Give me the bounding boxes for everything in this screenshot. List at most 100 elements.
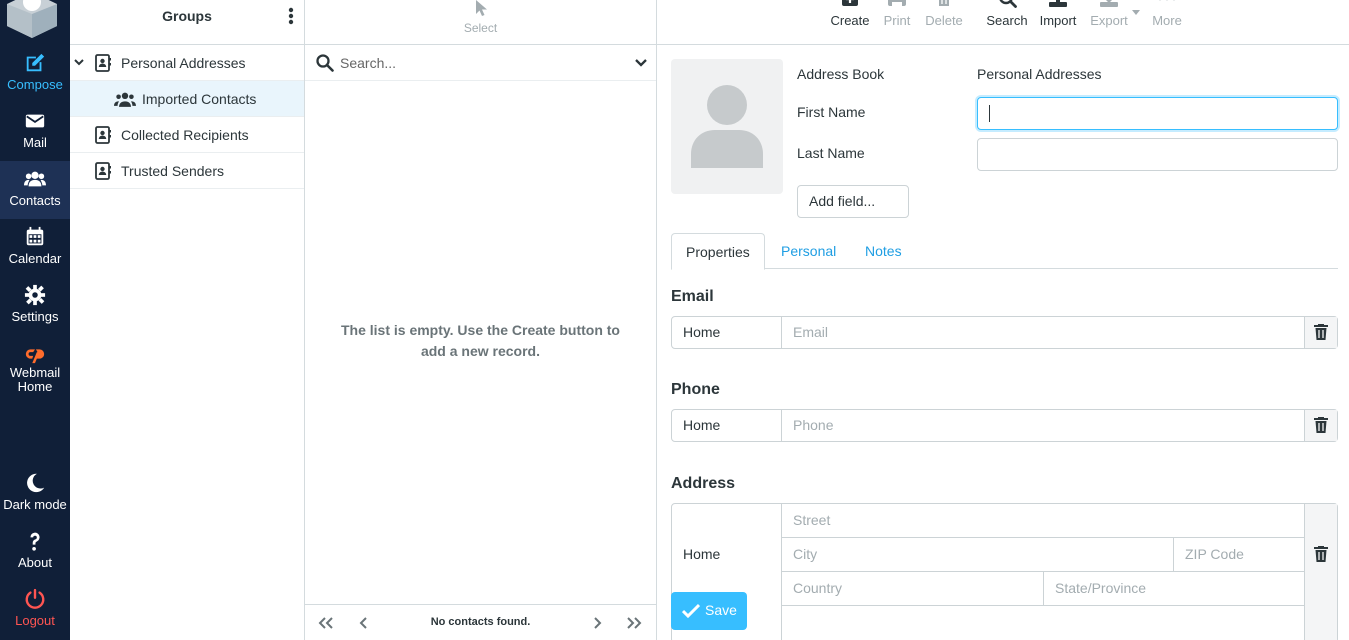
first-name-label: First Name: [797, 104, 866, 120]
tab-notes[interactable]: Notes: [851, 233, 916, 270]
nav-webmail-home[interactable]: Webmail Home: [0, 343, 70, 401]
email-input[interactable]: Email: [782, 317, 1304, 348]
delete-email-button[interactable]: [1304, 317, 1337, 348]
nav-mail[interactable]: Mail: [0, 110, 70, 168]
chevron-down-icon[interactable]: [74, 57, 84, 67]
search-bar: [305, 45, 656, 81]
email-section-title: Email: [671, 288, 714, 305]
plus-square-icon: [842, 0, 858, 6]
chevron-down-icon[interactable]: [634, 57, 648, 69]
print-button[interactable]: Print: [872, 0, 922, 28]
first-name-field[interactable]: [977, 97, 1338, 130]
address-book-label: Address Book: [797, 66, 885, 82]
text-caret: [989, 105, 990, 122]
email-row: Home Email: [671, 316, 1338, 349]
upload-icon: [1049, 0, 1067, 7]
trash-icon: [1314, 417, 1328, 433]
group-collected-recipients[interactable]: Collected Recipients: [70, 117, 304, 153]
select-label: Select: [463, 21, 498, 35]
download-icon: [1100, 0, 1118, 7]
contact-form: Address Book Personal Addresses First Na…: [657, 45, 1349, 640]
cpanel-icon: [25, 349, 45, 364]
nav-contacts[interactable]: Contacts: [0, 161, 70, 219]
last-page-icon[interactable]: [625, 615, 643, 631]
more-button[interactable]: More: [1142, 0, 1192, 28]
nav-dark-mode[interactable]: Dark mode: [0, 472, 70, 530]
import-button[interactable]: Import: [1033, 0, 1083, 28]
nav-calendar-label: Calendar: [8, 251, 62, 266]
kebab-menu-icon[interactable]: [286, 6, 296, 26]
address-book-icon: [95, 54, 111, 72]
tab-properties[interactable]: Properties: [671, 233, 765, 270]
delete-button[interactable]: Delete: [919, 0, 969, 28]
last-name-field[interactable]: [977, 138, 1338, 171]
last-name-label: Last Name: [797, 145, 865, 161]
nav-webmail-label-line1: Webmail: [9, 365, 61, 380]
empty-line-1: The list is empty. Use the Create button…: [340, 322, 620, 338]
nav-contacts-label: Contacts: [9, 193, 61, 208]
user-silhouette-icon: [691, 85, 763, 168]
phone-input[interactable]: Phone: [782, 410, 1304, 441]
select-button[interactable]: Select: [305, 0, 656, 35]
nav-calendar[interactable]: Calendar: [0, 226, 70, 284]
contact-photo[interactable]: [671, 59, 783, 194]
create-button[interactable]: Create: [825, 0, 875, 28]
users-icon: [114, 92, 136, 107]
city-input[interactable]: City: [782, 538, 1174, 572]
tab-personal[interactable]: Personal: [767, 233, 850, 270]
users-icon: [24, 171, 46, 187]
search-button[interactable]: Search: [982, 0, 1032, 28]
nav-settings-label: Settings: [11, 309, 59, 324]
save-button[interactable]: Save: [671, 592, 747, 630]
nav-logout-label: Logout: [15, 613, 55, 628]
zip-input[interactable]: ZIP Code: [1174, 538, 1304, 572]
phone-section-title: Phone: [671, 381, 720, 398]
groups-panel: Groups Personal Addresses Imported Conta…: [70, 0, 305, 640]
address-book-value: Personal Addresses: [977, 66, 1102, 82]
country-input[interactable]: Country: [782, 572, 1044, 606]
group-label: Collected Recipients: [121, 127, 249, 143]
delete-label: Delete: [925, 13, 963, 28]
export-button[interactable]: Export: [1084, 0, 1140, 28]
more-label: More: [1152, 13, 1182, 28]
groups-header: Groups: [70, 0, 304, 45]
group-personal-addresses[interactable]: Personal Addresses: [70, 45, 304, 81]
toolbar: Create Print Delete Search Import Export…: [657, 0, 1349, 45]
save-label: Save: [705, 602, 737, 618]
nav-settings[interactable]: Settings: [0, 284, 70, 342]
search-icon: [999, 0, 1017, 8]
nav-webmail-label-line2: Home: [17, 379, 53, 394]
list-pagination: No contacts found.: [305, 604, 656, 640]
envelope-icon: [25, 114, 45, 128]
calendar-icon: [26, 226, 44, 246]
power-icon: [25, 588, 45, 609]
address-book-icon: [95, 126, 111, 144]
next-page-icon[interactable]: [588, 615, 606, 631]
create-label: Create: [830, 13, 870, 28]
nav-dark-mode-label: Dark mode: [3, 497, 67, 512]
group-label: Personal Addresses: [121, 55, 246, 71]
delete-phone-button[interactable]: [1304, 410, 1337, 441]
email-type-select[interactable]: Home: [672, 317, 782, 348]
form-tabs: Properties Personal Notes: [671, 233, 1338, 270]
phone-type-select[interactable]: Home: [672, 410, 782, 441]
print-label: Print: [883, 13, 911, 28]
search-input[interactable]: [340, 50, 620, 76]
roundcube-logo-icon: [7, 0, 57, 38]
empty-list-message: The list is empty. Use the Create button…: [335, 320, 626, 362]
trash-icon: [939, 0, 949, 6]
add-field-select[interactable]: Add field...: [797, 185, 909, 218]
delete-address-button[interactable]: [1304, 504, 1337, 640]
street-input[interactable]: Street: [782, 504, 1304, 538]
search-icon[interactable]: [316, 54, 334, 72]
nav-compose[interactable]: Compose: [0, 52, 70, 110]
address-row: Home Street City ZIP Code Country State/…: [671, 503, 1338, 640]
group-imported-contacts[interactable]: Imported Contacts: [70, 81, 304, 117]
compose-icon: [26, 53, 45, 72]
nav-about[interactable]: About: [0, 530, 70, 588]
state-input[interactable]: State/Province: [1044, 572, 1304, 606]
nav-mail-label: Mail: [23, 135, 47, 150]
nav-logout[interactable]: Logout: [0, 588, 70, 640]
trash-icon: [1314, 324, 1328, 340]
group-trusted-senders[interactable]: Trusted Senders: [70, 153, 304, 189]
